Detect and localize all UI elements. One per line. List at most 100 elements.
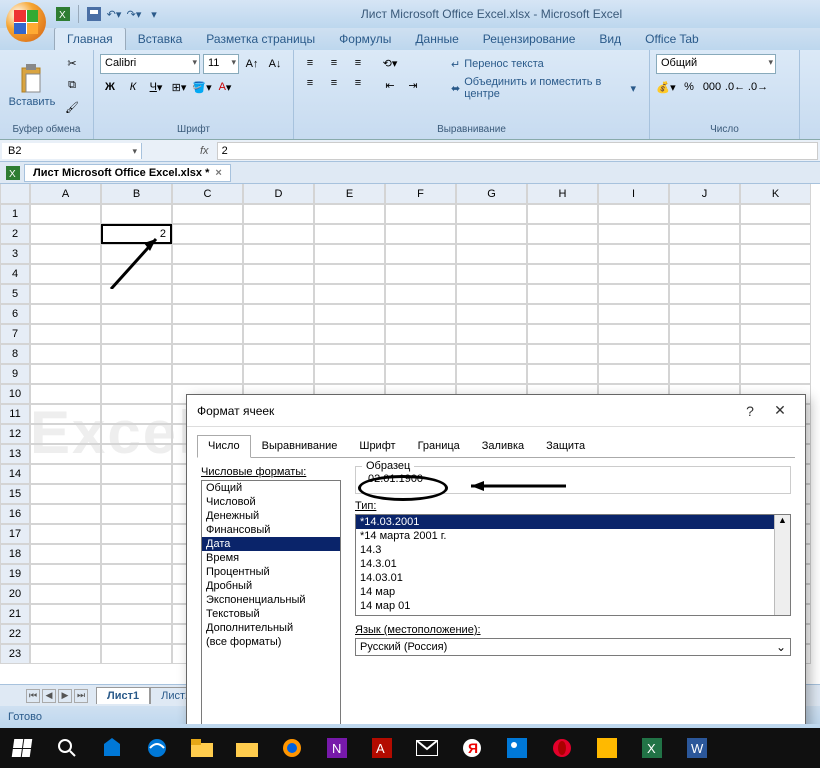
cell[interactable] (598, 344, 669, 364)
cell[interactable] (456, 224, 527, 244)
cell[interactable] (598, 264, 669, 284)
acrobat-icon[interactable]: A (360, 728, 404, 768)
cell[interactable] (456, 204, 527, 224)
column-header[interactable]: J (669, 184, 740, 204)
row-header[interactable]: 14 (0, 464, 30, 484)
dialog-tab-fill[interactable]: Заливка (471, 435, 535, 457)
cell[interactable] (385, 204, 456, 224)
cell[interactable] (385, 304, 456, 324)
cell[interactable] (314, 224, 385, 244)
cell[interactable] (314, 344, 385, 364)
format-painter-icon[interactable]: 🖌 (62, 98, 82, 116)
cell[interactable] (30, 564, 101, 584)
row-header[interactable]: 18 (0, 544, 30, 564)
cell[interactable] (740, 304, 811, 324)
cell[interactable] (740, 264, 811, 284)
formula-input[interactable]: 2 (217, 142, 818, 160)
column-header[interactable]: B (101, 184, 172, 204)
cell[interactable] (527, 304, 598, 324)
cell[interactable] (598, 364, 669, 384)
fx-icon[interactable]: fx (194, 145, 215, 157)
row-header[interactable]: 2 (0, 224, 30, 244)
firefox-icon[interactable] (270, 728, 314, 768)
start-button[interactable] (0, 728, 44, 768)
fill-color-icon[interactable]: 🪣▾ (192, 78, 212, 96)
photos-icon[interactable] (495, 728, 539, 768)
cell[interactable] (101, 384, 172, 404)
cell[interactable] (314, 364, 385, 384)
cell[interactable] (30, 244, 101, 264)
cell[interactable] (740, 244, 811, 264)
cell[interactable] (30, 624, 101, 644)
cell[interactable] (30, 364, 101, 384)
cell[interactable] (243, 264, 314, 284)
column-header[interactable]: A (30, 184, 101, 204)
font-color-icon[interactable]: A▾ (215, 78, 235, 96)
row-header[interactable]: 10 (0, 384, 30, 404)
format-list-item[interactable]: Процентный (202, 565, 340, 579)
row-header[interactable]: 7 (0, 324, 30, 344)
app-icon[interactable] (585, 728, 629, 768)
cell[interactable] (172, 304, 243, 324)
ribbon-tab-review[interactable]: Рецензирование (471, 28, 588, 50)
cell[interactable] (598, 304, 669, 324)
cell[interactable] (527, 284, 598, 304)
cell[interactable] (243, 204, 314, 224)
cell[interactable] (101, 484, 172, 504)
cell[interactable] (243, 284, 314, 304)
cell[interactable] (314, 244, 385, 264)
row-header[interactable]: 3 (0, 244, 30, 264)
cell[interactable] (669, 324, 740, 344)
cell[interactable] (30, 504, 101, 524)
ribbon-tab-view[interactable]: Вид (587, 28, 633, 50)
cell[interactable] (456, 284, 527, 304)
opera-icon[interactable] (540, 728, 584, 768)
cell[interactable] (243, 304, 314, 324)
cell[interactable] (101, 344, 172, 364)
column-header[interactable]: F (385, 184, 456, 204)
type-listbox[interactable]: *14.03.2001*14 марта 2001 г.14.314.3.011… (355, 514, 791, 616)
cell[interactable] (314, 284, 385, 304)
onenote-icon[interactable]: N (315, 728, 359, 768)
cell[interactable] (669, 304, 740, 324)
cell[interactable] (101, 404, 172, 424)
column-header[interactable]: K (740, 184, 811, 204)
currency-icon[interactable]: 💰▾ (656, 78, 676, 96)
comma-icon[interactable]: 000 (702, 78, 722, 96)
cell[interactable] (456, 324, 527, 344)
cell[interactable] (669, 344, 740, 364)
align-center-icon[interactable]: ≡ (324, 74, 344, 92)
format-list-item[interactable]: Дробный (202, 579, 340, 593)
cell[interactable] (172, 244, 243, 264)
italic-icon[interactable]: К (123, 78, 143, 96)
cell[interactable] (669, 284, 740, 304)
cell[interactable] (740, 324, 811, 344)
type-list-item[interactable]: 14.03.01 (356, 571, 790, 585)
cell[interactable] (243, 224, 314, 244)
ribbon-tab-pagelayout[interactable]: Разметка страницы (194, 28, 327, 50)
cell[interactable] (527, 224, 598, 244)
dialog-tab-number[interactable]: Число (197, 435, 251, 458)
align-top-icon[interactable]: ≡ (300, 54, 320, 72)
cell[interactable] (740, 364, 811, 384)
cell[interactable] (101, 364, 172, 384)
format-list-item[interactable]: Дата (202, 537, 340, 551)
cell[interactable] (172, 264, 243, 284)
row-header[interactable]: 13 (0, 444, 30, 464)
cell[interactable] (598, 244, 669, 264)
cut-icon[interactable]: ✂ (62, 54, 82, 72)
cell[interactable] (101, 644, 172, 664)
column-header[interactable]: E (314, 184, 385, 204)
column-header[interactable]: C (172, 184, 243, 204)
row-header[interactable]: 8 (0, 344, 30, 364)
cell[interactable] (527, 264, 598, 284)
cell[interactable] (385, 324, 456, 344)
type-list-item[interactable]: *14 марта 2001 г. (356, 529, 790, 543)
cell[interactable] (243, 244, 314, 264)
cell[interactable] (385, 344, 456, 364)
increase-indent-icon[interactable]: ⇥ (403, 76, 423, 94)
cell[interactable] (172, 284, 243, 304)
decrease-indent-icon[interactable]: ⇤ (380, 76, 400, 94)
cell[interactable] (101, 504, 172, 524)
row-header[interactable]: 16 (0, 504, 30, 524)
